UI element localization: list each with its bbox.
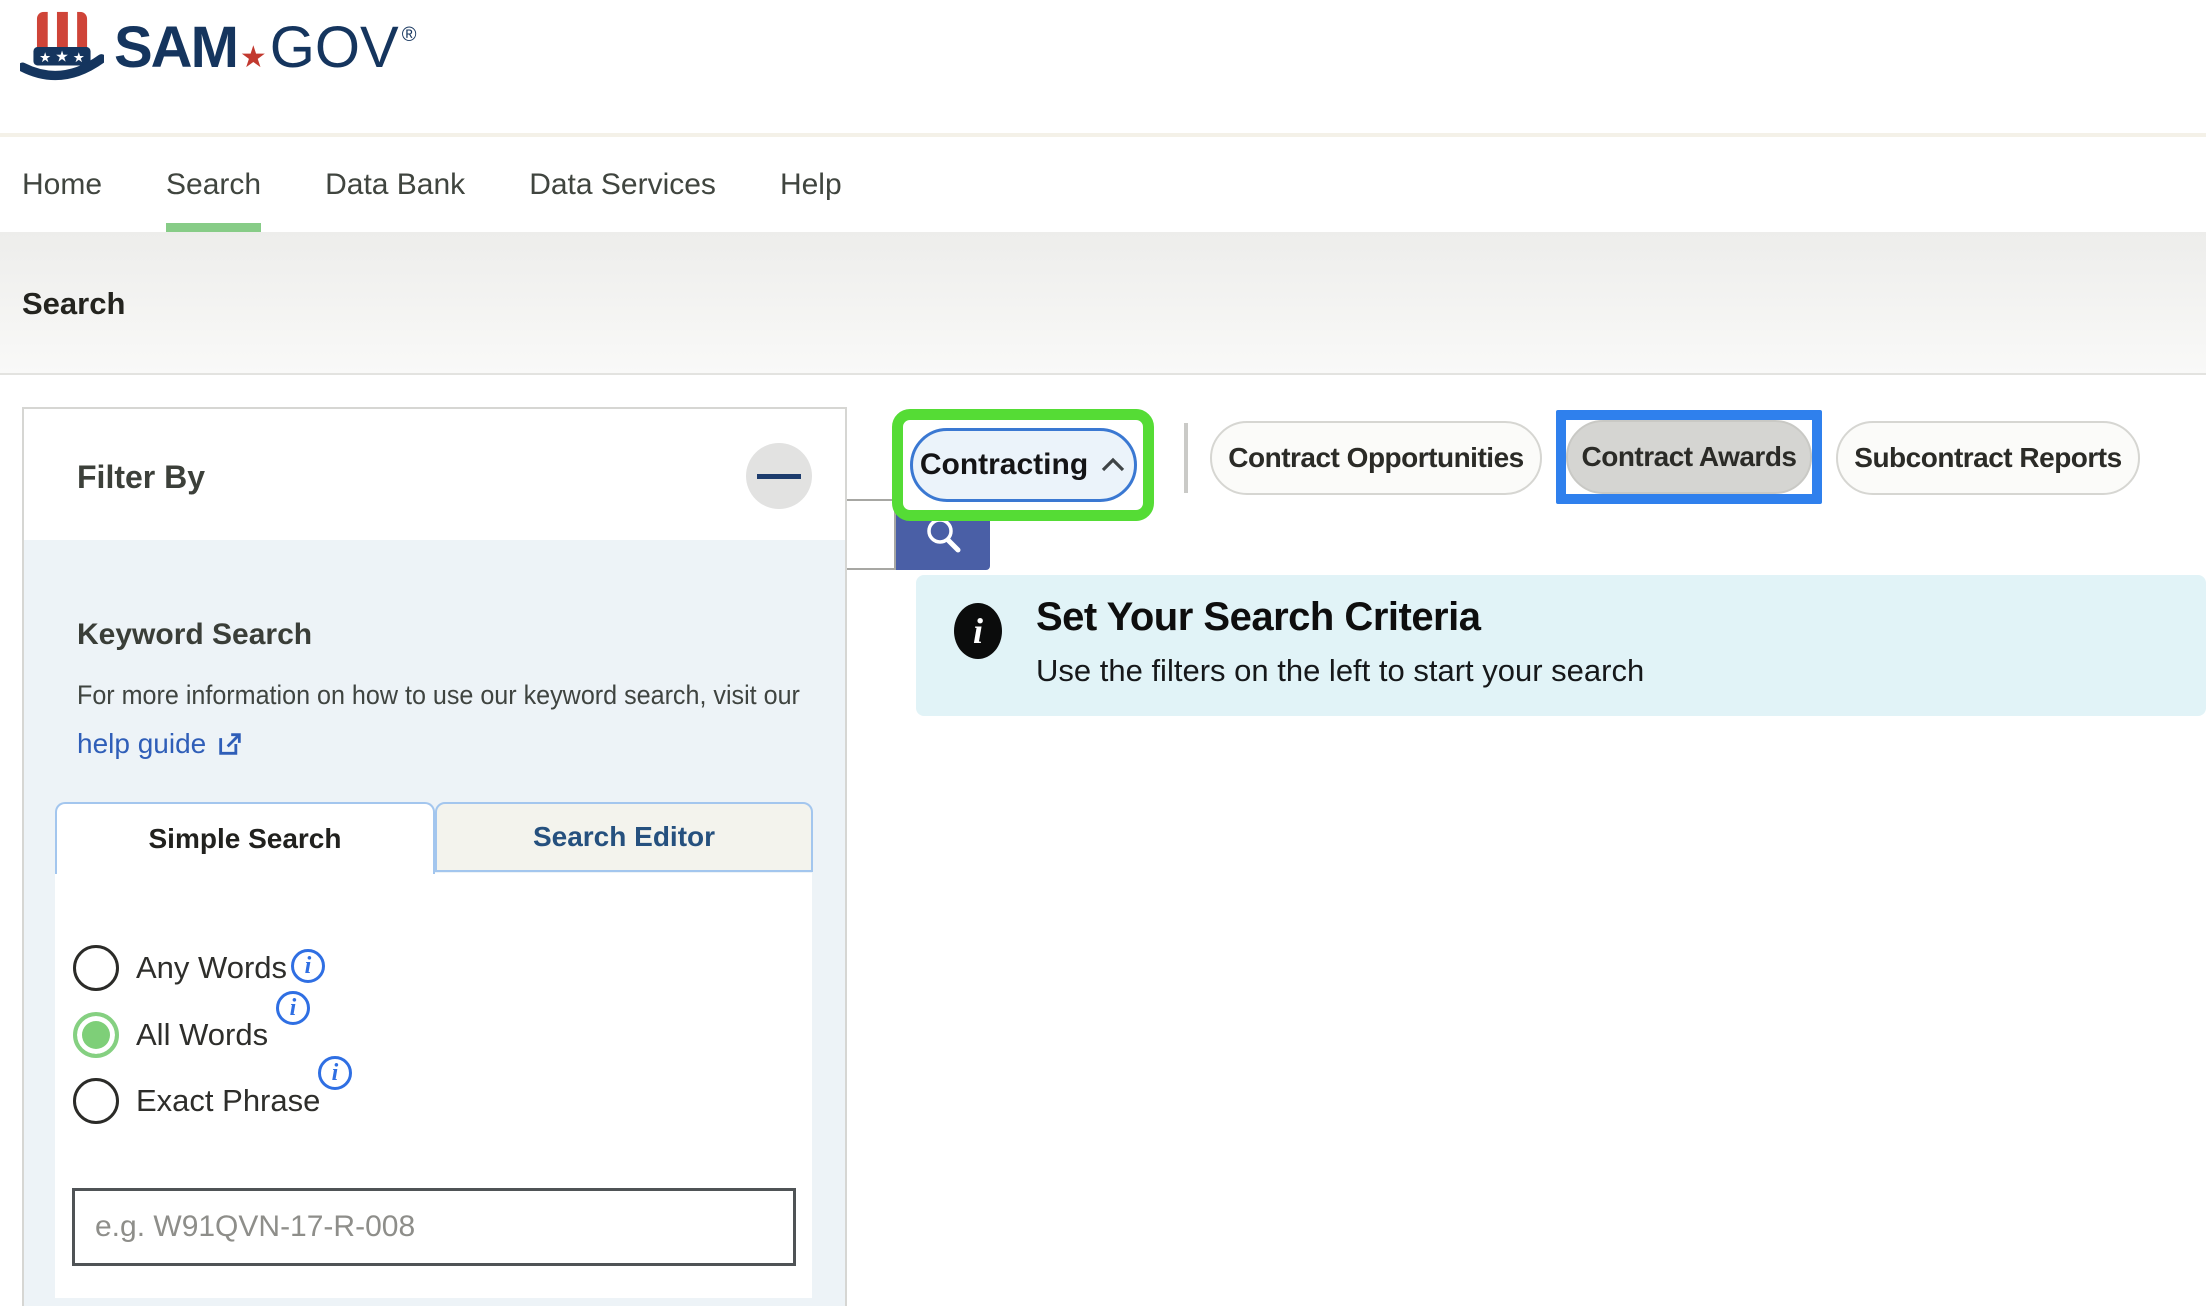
tab-simple-search[interactable]: Simple Search	[55, 802, 435, 874]
filter-panel: Filter By Keyword Search For more inform…	[22, 407, 847, 1306]
help-guide-link[interactable]: help guide	[77, 728, 206, 760]
info-icon-all-words[interactable]: i	[276, 991, 310, 1025]
contracting-label: Contracting	[920, 448, 1088, 482]
info-icon-any-words[interactable]: i	[291, 949, 325, 983]
help-guide-row: help guide	[77, 728, 244, 760]
radio-exact-phrase[interactable]: Exact Phrase	[73, 1078, 320, 1124]
keyword-help-text: For more information on how to use our k…	[77, 680, 800, 711]
category-divider	[1184, 423, 1188, 493]
main-nav: Home Search Data Bank Data Services Help	[0, 133, 2206, 232]
svg-text:★: ★	[39, 50, 51, 65]
contract-awards-button[interactable]: Contract Awards	[1566, 420, 1812, 494]
search-criteria-banner: i Set Your Search Criteria Use the filte…	[916, 575, 2206, 716]
search-band-label: Search	[22, 232, 125, 375]
simple-search-content: Any Words i All Words i Exact Phrase i	[55, 873, 812, 1298]
radio-circle-any-words[interactable]	[73, 945, 119, 991]
keyword-search-section: Keyword Search For more information on h…	[24, 540, 845, 1306]
minus-icon	[757, 474, 801, 479]
uncle-sam-hat-icon: ★ ★ ★	[20, 6, 104, 88]
logo-wordmark: SAM ★ GOV ®	[114, 14, 416, 81]
nav-item-search[interactable]: Search	[166, 137, 261, 232]
radio-circle-all-words[interactable]	[73, 1012, 119, 1058]
radio-label-any-words: Any Words	[136, 950, 287, 986]
annotation-green-box: Contracting	[892, 409, 1154, 521]
radio-all-words[interactable]: All Words	[73, 1012, 268, 1058]
logo-star-icon: ★	[240, 40, 267, 75]
keyword-tabs: Simple Search Search Editor	[24, 802, 845, 874]
info-icon-exact-phrase[interactable]: i	[318, 1056, 352, 1090]
search-band: Search All Words ▼	[0, 232, 2206, 375]
nav-item-help[interactable]: Help	[780, 137, 842, 232]
external-link-icon	[216, 730, 244, 758]
nav-item-home[interactable]: Home	[22, 137, 102, 232]
banner-subtitle: Use the filters on the left to start you…	[1036, 653, 1644, 689]
filter-panel-title: Filter By	[77, 459, 205, 496]
svg-text:★: ★	[73, 50, 85, 65]
keyword-search-heading: Keyword Search	[77, 618, 312, 652]
tab-search-editor[interactable]: Search Editor	[435, 802, 813, 872]
subcontract-reports-button[interactable]: Subcontract Reports	[1836, 421, 2140, 495]
logo-gov: GOV	[270, 14, 399, 81]
banner-title: Set Your Search Criteria	[1036, 595, 1480, 640]
radio-label-exact-phrase: Exact Phrase	[136, 1083, 320, 1119]
radio-any-words[interactable]: Any Words	[73, 945, 287, 991]
samgov-logo[interactable]: ★ ★ ★ SAM ★ GOV ®	[20, 6, 416, 88]
info-icon: i	[954, 603, 1002, 659]
radio-label-all-words: All Words	[136, 1017, 268, 1053]
nav-item-data-services[interactable]: Data Services	[529, 137, 716, 232]
svg-text:★: ★	[55, 48, 69, 65]
registered-mark: ®	[402, 24, 417, 47]
nav-item-data-bank[interactable]: Data Bank	[325, 137, 465, 232]
keyword-input[interactable]	[72, 1188, 796, 1266]
annotation-blue-box: Contract Awards	[1556, 410, 1822, 504]
contract-opportunities-button[interactable]: Contract Opportunities	[1210, 421, 1542, 495]
chevron-up-icon	[1100, 457, 1126, 473]
radio-circle-exact-phrase[interactable]	[73, 1078, 119, 1124]
site-header: ★ ★ ★ SAM ★ GOV ®	[0, 0, 2206, 133]
contracting-button[interactable]: Contracting	[910, 428, 1137, 502]
logo-sam: SAM	[114, 14, 237, 81]
collapse-filters-button[interactable]	[746, 443, 812, 509]
